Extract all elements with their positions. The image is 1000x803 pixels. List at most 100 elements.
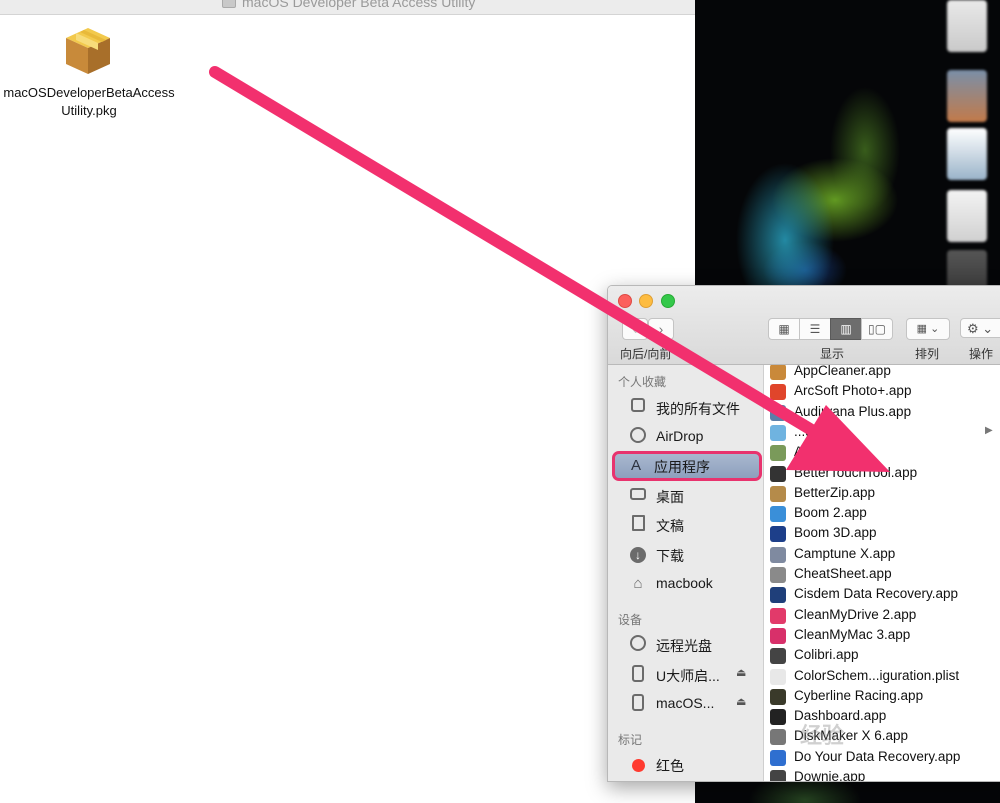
file-row[interactable]: Audirvana Plus.app <box>764 403 1000 423</box>
app-icon <box>770 445 786 462</box>
icon-view-button[interactable]: ▦ <box>768 318 800 340</box>
cover-flow-button[interactable]: ▯▢ <box>861 318 893 340</box>
action-button[interactable]: ⚙ ⌄ <box>960 318 1000 338</box>
file-name: CheatSheet.app <box>794 566 892 581</box>
file-row[interactable]: CheatSheet.app <box>764 565 1000 585</box>
airdrop-icon <box>628 427 648 447</box>
back-button[interactable]: ‹ <box>622 318 648 340</box>
sidebar-item-home[interactable]: ⌂ macbook <box>612 570 760 598</box>
sidebar-item-remote-disc[interactable]: 远程光盘 <box>612 631 760 659</box>
sidebar-item-label: 红色 <box>656 758 684 774</box>
sidebar-item-usb-drive[interactable]: U大师启... ⏏ <box>612 661 760 689</box>
drive-icon <box>628 665 648 685</box>
file-row[interactable]: Colibri.app <box>764 646 1000 666</box>
sidebar-item-label: 文稿 <box>656 518 684 534</box>
sidebar-item-tag-red[interactable]: 红色 <box>612 751 760 779</box>
file-name: Colibri.app <box>794 647 859 663</box>
file-row[interactable]: AppCleaner.app <box>764 365 1000 382</box>
app-icon <box>770 506 786 523</box>
disk-image-icon <box>222 0 236 8</box>
gear-icon: ⚙ ⌄ <box>967 321 994 336</box>
app-icon <box>770 567 786 583</box>
forward-button[interactable]: › <box>648 318 674 340</box>
drive-icon <box>628 694 648 714</box>
desktop-thumbnail-2[interactable] <box>947 70 987 122</box>
file-row[interactable]: Camptune X.app <box>764 545 1000 565</box>
file-row[interactable]: BetterTouchTool.app <box>764 464 1000 484</box>
desktop-thumbnail-3[interactable] <box>947 128 987 180</box>
arrange-button[interactable]: ▦ ⌄ <box>906 318 950 340</box>
back-forward-label: 向后/向前 <box>620 347 672 361</box>
sidebar-item-desktop[interactable]: 桌面 <box>612 482 760 510</box>
column-view-button[interactable]: ▥ <box>830 318 862 340</box>
all-files-icon <box>628 398 648 418</box>
list-view-button[interactable]: ☰ <box>799 318 831 340</box>
app-icon <box>770 404 786 421</box>
app-icon <box>770 688 786 705</box>
file-name: Cisdem Data Recovery.app <box>794 586 959 602</box>
dmg-window-title-text: macOS Developer Beta Access Utility <box>242 0 476 10</box>
arrange-label: 排列 <box>915 347 940 361</box>
app-icon <box>770 485 786 502</box>
desktop-thumbnail-4[interactable] <box>947 190 987 242</box>
sidebar-item-all-files[interactable]: 我的所有文件 <box>612 394 760 422</box>
file-name: CleanMyDrive 2.app <box>794 606 917 622</box>
file-row[interactable]: Do Your Data Recovery.app <box>764 748 1000 768</box>
action-label: 操作 <box>969 347 994 361</box>
file-row[interactable]: Boom 2.app <box>764 504 1000 524</box>
sidebar-item-downloads[interactable]: ↓ 下载 <box>612 541 760 569</box>
remote-disc-icon <box>628 635 648 655</box>
sidebar-item-label: 下载 <box>656 548 684 564</box>
favorites-header: 个人收藏 <box>618 375 667 389</box>
file-row[interactable]: Boom 3D.app <box>764 524 1000 544</box>
zoom-window-button[interactable] <box>661 294 675 308</box>
file-row[interactable]: Au...or.app <box>764 443 1000 463</box>
file-name: ...disk <box>794 423 830 439</box>
sidebar-item-label: macbook <box>656 575 713 591</box>
sidebar-item-label: macOS... <box>656 695 715 711</box>
package-icon <box>66 28 110 74</box>
file-row[interactable]: BetterZip.app <box>764 484 1000 504</box>
cover-flow-icon: ▯▢ <box>868 322 886 336</box>
chevron-left-icon: ‹ <box>632 321 638 337</box>
file-row[interactable]: CleanMyDrive 2.app <box>764 606 1000 626</box>
file-row[interactable]: Cisdem Data Recovery.app <box>764 585 1000 605</box>
eject-icon[interactable]: ⏏ <box>736 695 746 708</box>
columns-icon: ▥ <box>840 322 852 336</box>
app-icon <box>770 546 786 563</box>
folder-icon <box>770 424 786 441</box>
file-row[interactable]: CleanMyMac 3.app <box>764 626 1000 646</box>
view-mode-group: ▦ ☰ ▥ ▯▢ <box>768 318 894 340</box>
file-row[interactable]: ColorSchem...iguration.plist <box>764 667 1000 687</box>
app-icon <box>770 587 786 604</box>
sidebar-item-applications[interactable]: A 应用程序 <box>612 451 762 481</box>
sidebar-item-documents[interactable]: 文稿 <box>612 511 760 539</box>
app-icon <box>770 668 786 685</box>
sidebar-item-macos-volume[interactable]: macOS... ⏏ <box>612 690 760 718</box>
dmg-window-title: macOS Developer Beta Access Utility <box>222 0 475 10</box>
downloads-icon: ↓ <box>628 545 648 565</box>
sidebar-item-label: 我的所有文件 <box>656 401 740 417</box>
grid-icon: ▦ <box>778 322 790 336</box>
file-row[interactable]: Cyberline Racing.app <box>764 687 1000 707</box>
desktop-icon <box>628 486 648 506</box>
file-name: Boom 2.app <box>794 505 867 521</box>
file-name: Audirvana Plus.app <box>794 403 912 419</box>
file-row[interactable]: Downie.app <box>764 768 1000 781</box>
file-name: Au...or.app <box>794 444 860 460</box>
file-row[interactable]: ArcSoft Photo+.app <box>764 382 1000 402</box>
close-window-button[interactable] <box>618 294 632 308</box>
app-icon <box>770 709 786 726</box>
sidebar-item-airdrop[interactable]: AirDrop <box>612 423 760 451</box>
finder-toolbar: ‹ › 向后/向前 ▦ ☰ ▥ ▯▢ 显示 ▦ ⌄ 排列 ⚙ ⌄ 操作 <box>608 286 1000 365</box>
file-row[interactable]: ...disk ▶ <box>764 423 1000 443</box>
applications-icon: A <box>630 457 641 474</box>
eject-icon[interactable]: ⏏ <box>736 666 746 679</box>
watermark: 经验 <box>800 723 845 748</box>
app-icon <box>770 607 786 624</box>
desktop-thumbnail-1[interactable] <box>947 0 987 52</box>
pkg-file-label: macOSDeveloperBetaAccessUtility.pkg <box>3 85 175 118</box>
back-forward-group: ‹ › <box>622 318 676 340</box>
minimize-window-button[interactable] <box>639 294 653 308</box>
app-icon <box>770 749 786 766</box>
